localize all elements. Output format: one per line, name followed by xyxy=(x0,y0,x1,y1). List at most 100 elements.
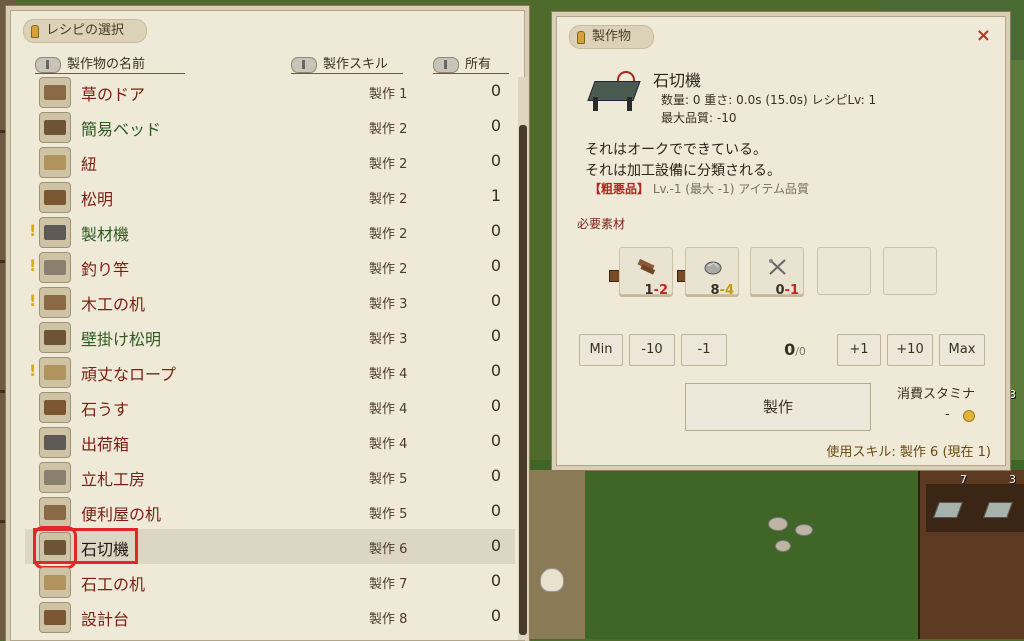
recipe-name: 壁掛け松明 xyxy=(81,330,162,349)
recipe-owned: 0 xyxy=(490,466,501,485)
material-slot-log[interactable]: 1-2 xyxy=(619,247,673,298)
material-slot-tools[interactable]: 0-1 xyxy=(750,247,804,298)
material-slot-stone[interactable]: 8-4 xyxy=(685,247,739,298)
item-stats: 数量: 0 重さ: 0.0s (15.0s) レシピLv: 1 xyxy=(661,93,877,107)
recipe-skill: 製作 4 xyxy=(369,367,408,382)
close-icon[interactable]: × xyxy=(976,25,991,46)
world-stone xyxy=(775,540,791,552)
recipe-skill: 製作 2 xyxy=(369,227,408,242)
recipe-skill: 製作 8 xyxy=(369,612,408,627)
min-button[interactable]: Min xyxy=(579,334,623,366)
material-count: 8-4 xyxy=(710,283,735,298)
recipe-item-icon xyxy=(39,252,71,283)
recipe-name: 松明 xyxy=(81,190,114,209)
recipe-panel-title: レシピの選択 xyxy=(46,23,125,38)
recipe-row[interactable]: 便利屋の机 製作 5 0 xyxy=(25,494,515,529)
recipe-owned: 0 xyxy=(490,396,501,415)
recipe-row[interactable]: ! 釣り竿 製作 2 0 xyxy=(25,249,515,284)
item-name: 石切機 xyxy=(653,71,702,90)
recipe-owned: 0 xyxy=(490,221,501,240)
recipe-row[interactable]: 松明 製作 2 1 xyxy=(25,179,515,214)
material-count: 1-2 xyxy=(644,283,669,298)
recipe-skill: 製作 2 xyxy=(369,157,408,172)
recipe-name: 設計台 xyxy=(81,610,130,629)
recipe-selection-panel: レシピの選択 製作物の名前 製作スキル 所有 草のドア 製作 1 0 簡易ベッド 製作 … xyxy=(10,10,528,641)
recipe-skill: 製作 7 xyxy=(369,577,408,592)
recipe-name: 製材機 xyxy=(81,225,130,244)
recipe-skill: 製作 4 xyxy=(369,402,408,417)
max-button[interactable]: Max xyxy=(939,334,985,366)
recipe-row[interactable]: ! 木工の机 製作 3 0 xyxy=(25,284,515,319)
recipe-owned: 0 xyxy=(490,501,501,520)
recipe-skill: 製作 5 xyxy=(369,507,408,522)
recipe-owned: 0 xyxy=(490,326,501,345)
world-count: 3 xyxy=(1009,388,1016,401)
recipe-item-icon xyxy=(39,287,71,318)
recipe-name: 石うす xyxy=(81,400,130,419)
recipe-row[interactable]: 石うす 製作 4 0 xyxy=(25,389,515,424)
alert-icon: ! xyxy=(29,361,37,380)
recipe-owned: 0 xyxy=(490,431,501,450)
recipe-item-icon xyxy=(39,497,71,528)
recipe-panel-tab: レシピの選択 xyxy=(23,19,148,43)
column-header-skill[interactable]: 製作スキル xyxy=(291,53,403,74)
detail-panel-title: 製作物 xyxy=(592,29,632,44)
world-count: 3 xyxy=(1009,473,1016,486)
sort-icon[interactable] xyxy=(35,56,61,73)
recipe-row[interactable]: 石切機 製作 6 0 xyxy=(25,526,515,569)
column-header-owned-label: 所有 xyxy=(465,57,492,72)
pin-icon[interactable] xyxy=(31,25,39,38)
used-skill-text: 使用スキル: 製作 6 (現在 1) xyxy=(826,445,991,460)
stone-icon xyxy=(704,261,722,275)
recipe-row[interactable]: 壁掛け松明 製作 3 0 xyxy=(25,319,515,354)
skull-icon xyxy=(540,568,564,592)
sort-icon[interactable] xyxy=(291,56,317,73)
column-header-owned[interactable]: 所有 xyxy=(433,53,509,74)
plus10-button[interactable]: +10 xyxy=(887,334,933,366)
recipe-row[interactable]: 出荷箱 製作 4 0 xyxy=(25,424,515,459)
recipe-item-icon xyxy=(39,602,71,633)
pin-icon[interactable] xyxy=(577,31,585,44)
recipe-skill: 製作 2 xyxy=(369,192,408,207)
recipe-skill: 製作 4 xyxy=(369,437,408,452)
material-count: 0-1 xyxy=(775,283,800,298)
recipe-name: 石切機 xyxy=(81,540,130,559)
recipe-skill: 製作 6 xyxy=(369,542,408,557)
recipe-skill: 製作 3 xyxy=(369,297,408,312)
alert-icon: ! xyxy=(29,291,37,310)
recipe-list-scrollbar[interactable] xyxy=(518,77,528,640)
recipe-row[interactable]: ! 頑丈なロープ 製作 4 0 xyxy=(25,354,515,389)
recipe-item-icon xyxy=(39,427,71,458)
recipe-list: 草のドア 製作 1 0 簡易ベッド 製作 2 0 紐製作 2 0 松明 製作 2 1! 製材機 製作 2… xyxy=(25,77,515,640)
minus10-button[interactable]: -10 xyxy=(629,334,675,366)
recipe-row[interactable]: 草のドア 製作 1 0 xyxy=(25,77,515,109)
item-description-material: それはオークでできている。 xyxy=(585,142,767,158)
recipe-row[interactable]: 立札工房 製作 5 0 xyxy=(25,459,515,494)
recipe-row[interactable]: 石工の机 製作 7 0 xyxy=(25,564,515,599)
minus1-button[interactable]: -1 xyxy=(681,334,727,366)
recipe-owned: 0 xyxy=(490,361,501,380)
recipe-name: 石工の机 xyxy=(81,575,146,594)
quality-tag: 【粗悪品】 xyxy=(589,182,650,196)
scrollbar-thumb[interactable] xyxy=(519,125,527,635)
recipe-skill: 製作 2 xyxy=(369,262,408,277)
recipe-item-icon xyxy=(39,147,71,178)
recipe-item-icon xyxy=(39,462,71,493)
recipe-row[interactable]: 設計台 製作 8 0 xyxy=(25,599,515,634)
plus1-button[interactable]: +1 xyxy=(837,334,881,366)
item-description-category: それは加工設備に分類される。 xyxy=(585,163,781,179)
recipe-item-icon xyxy=(39,392,71,423)
column-header-name[interactable]: 製作物の名前 xyxy=(35,53,185,74)
recipe-owned: 0 xyxy=(490,291,501,310)
recipe-name: 立札工房 xyxy=(81,470,146,489)
alert-icon: ! xyxy=(29,221,37,240)
recipe-row[interactable]: 紐 製作 2 0 xyxy=(25,144,515,179)
craft-button[interactable]: 製作 xyxy=(685,383,871,431)
sort-icon[interactable] xyxy=(433,56,459,73)
item-max-quality: 最大品質: -10 xyxy=(661,111,737,125)
recipe-owned: 0 xyxy=(490,256,501,275)
recipe-row[interactable]: 簡易ベッド 製作 2 0 xyxy=(25,109,515,144)
recipe-row[interactable]: ! 製材機 製作 2 0 xyxy=(25,214,515,249)
recipe-owned: 0 xyxy=(490,151,501,170)
recipe-owned: 1 xyxy=(490,186,501,205)
